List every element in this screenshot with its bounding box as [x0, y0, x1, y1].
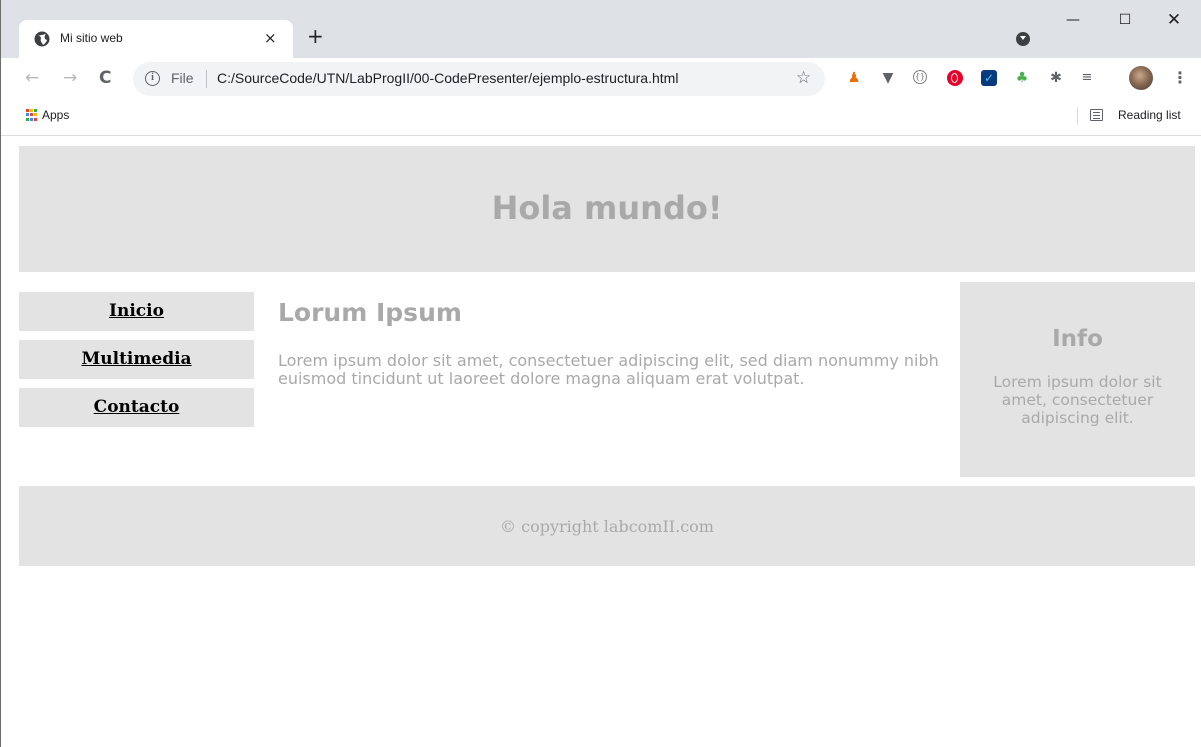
nav-link-inicio[interactable]: Inicio: [19, 292, 254, 331]
apps-bookmark[interactable]: Apps: [42, 108, 69, 122]
tree-extension-icon[interactable]: ♣: [1014, 70, 1030, 86]
forward-arrow-icon[interactable]: →: [63, 68, 77, 88]
checkbox-extension-icon[interactable]: ✓: [981, 70, 997, 86]
copyright-text: © copyright labcomII.com: [500, 517, 714, 536]
browser-window: Mi sitio web × + — ☐ ✕ ← → C i File C:/S…: [0, 0, 1201, 747]
info-heading: Info: [1052, 326, 1103, 352]
page-footer: © copyright labcomII.com: [19, 486, 1195, 566]
window-minimize-button[interactable]: —: [1058, 10, 1088, 30]
url-text[interactable]: C:/SourceCode/UTN/LabProgII/00-CodePrese…: [217, 70, 678, 86]
page-header: Hola mundo!: [19, 146, 1195, 272]
bookmarks-divider: [1077, 107, 1078, 125]
tab-close-icon[interactable]: ×: [264, 29, 277, 47]
tab-title: Mi sitio web: [60, 31, 123, 45]
reading-list-button[interactable]: Reading list: [1118, 108, 1181, 122]
tab-strip: Mi sitio web × + — ☐ ✕: [1, 0, 1201, 58]
reading-list-icon[interactable]: [1090, 109, 1103, 121]
reload-icon[interactable]: C: [99, 68, 111, 88]
avatar[interactable]: [1129, 66, 1153, 90]
main-content: Lorum Ipsum Lorem ipsum dolor sit amet, …: [278, 297, 946, 388]
apps-grid-icon[interactable]: [26, 109, 38, 121]
media-playlist-icon[interactable]: ≡: [1079, 70, 1095, 86]
chrome-profile-indicator-icon[interactable]: [1016, 32, 1030, 46]
nav-link-contacto[interactable]: Contacto: [19, 388, 254, 427]
main-paragraph: Lorem ipsum dolor sit amet, consectetuer…: [278, 351, 939, 388]
puzzle-extensions-icon[interactable]: ✱: [1048, 70, 1064, 86]
bookmark-star-icon[interactable]: ☆: [796, 68, 811, 88]
vue-devtools-icon[interactable]: ▼: [880, 70, 896, 86]
new-tab-button[interactable]: +: [307, 25, 324, 47]
tab-mi-sitio-web[interactable]: Mi sitio web ×: [19, 20, 293, 58]
info-icon[interactable]: i: [145, 71, 160, 86]
info-paragraph: Lorem ipsum dolor sit amet, consectetuer…: [993, 373, 1162, 427]
main-heading: Lorum Ipsum: [278, 298, 462, 327]
window-close-button[interactable]: ✕: [1159, 10, 1189, 30]
info-sidebar: Info Lorem ipsum dolor sit amet, consect…: [960, 282, 1195, 477]
site-nav: Inicio Multimedia Contacto: [19, 292, 254, 436]
back-arrow-icon[interactable]: ←: [25, 68, 39, 88]
bookmarks-bar: Apps Reading list: [1, 100, 1201, 136]
scheme-label: File: [171, 70, 194, 86]
page-title: Hola mundo!: [491, 189, 723, 227]
opera-icon[interactable]: [947, 70, 963, 86]
address-bar[interactable]: i File C:/SourceCode/UTN/LabProgII/00-Co…: [133, 62, 825, 96]
globe-icon: [34, 31, 50, 47]
omnibox-divider: [206, 70, 207, 88]
kebab-menu-icon[interactable]: ⋮: [1172, 66, 1188, 90]
window-maximize-button[interactable]: ☐: [1110, 10, 1140, 30]
lighthouse-icon[interactable]: ♟: [846, 70, 862, 86]
json-viewer-icon[interactable]: {}: [913, 70, 927, 84]
page-viewport: Hola mundo! Inicio Multimedia Contacto L…: [2, 137, 1201, 747]
nav-link-multimedia[interactable]: Multimedia: [19, 340, 254, 379]
